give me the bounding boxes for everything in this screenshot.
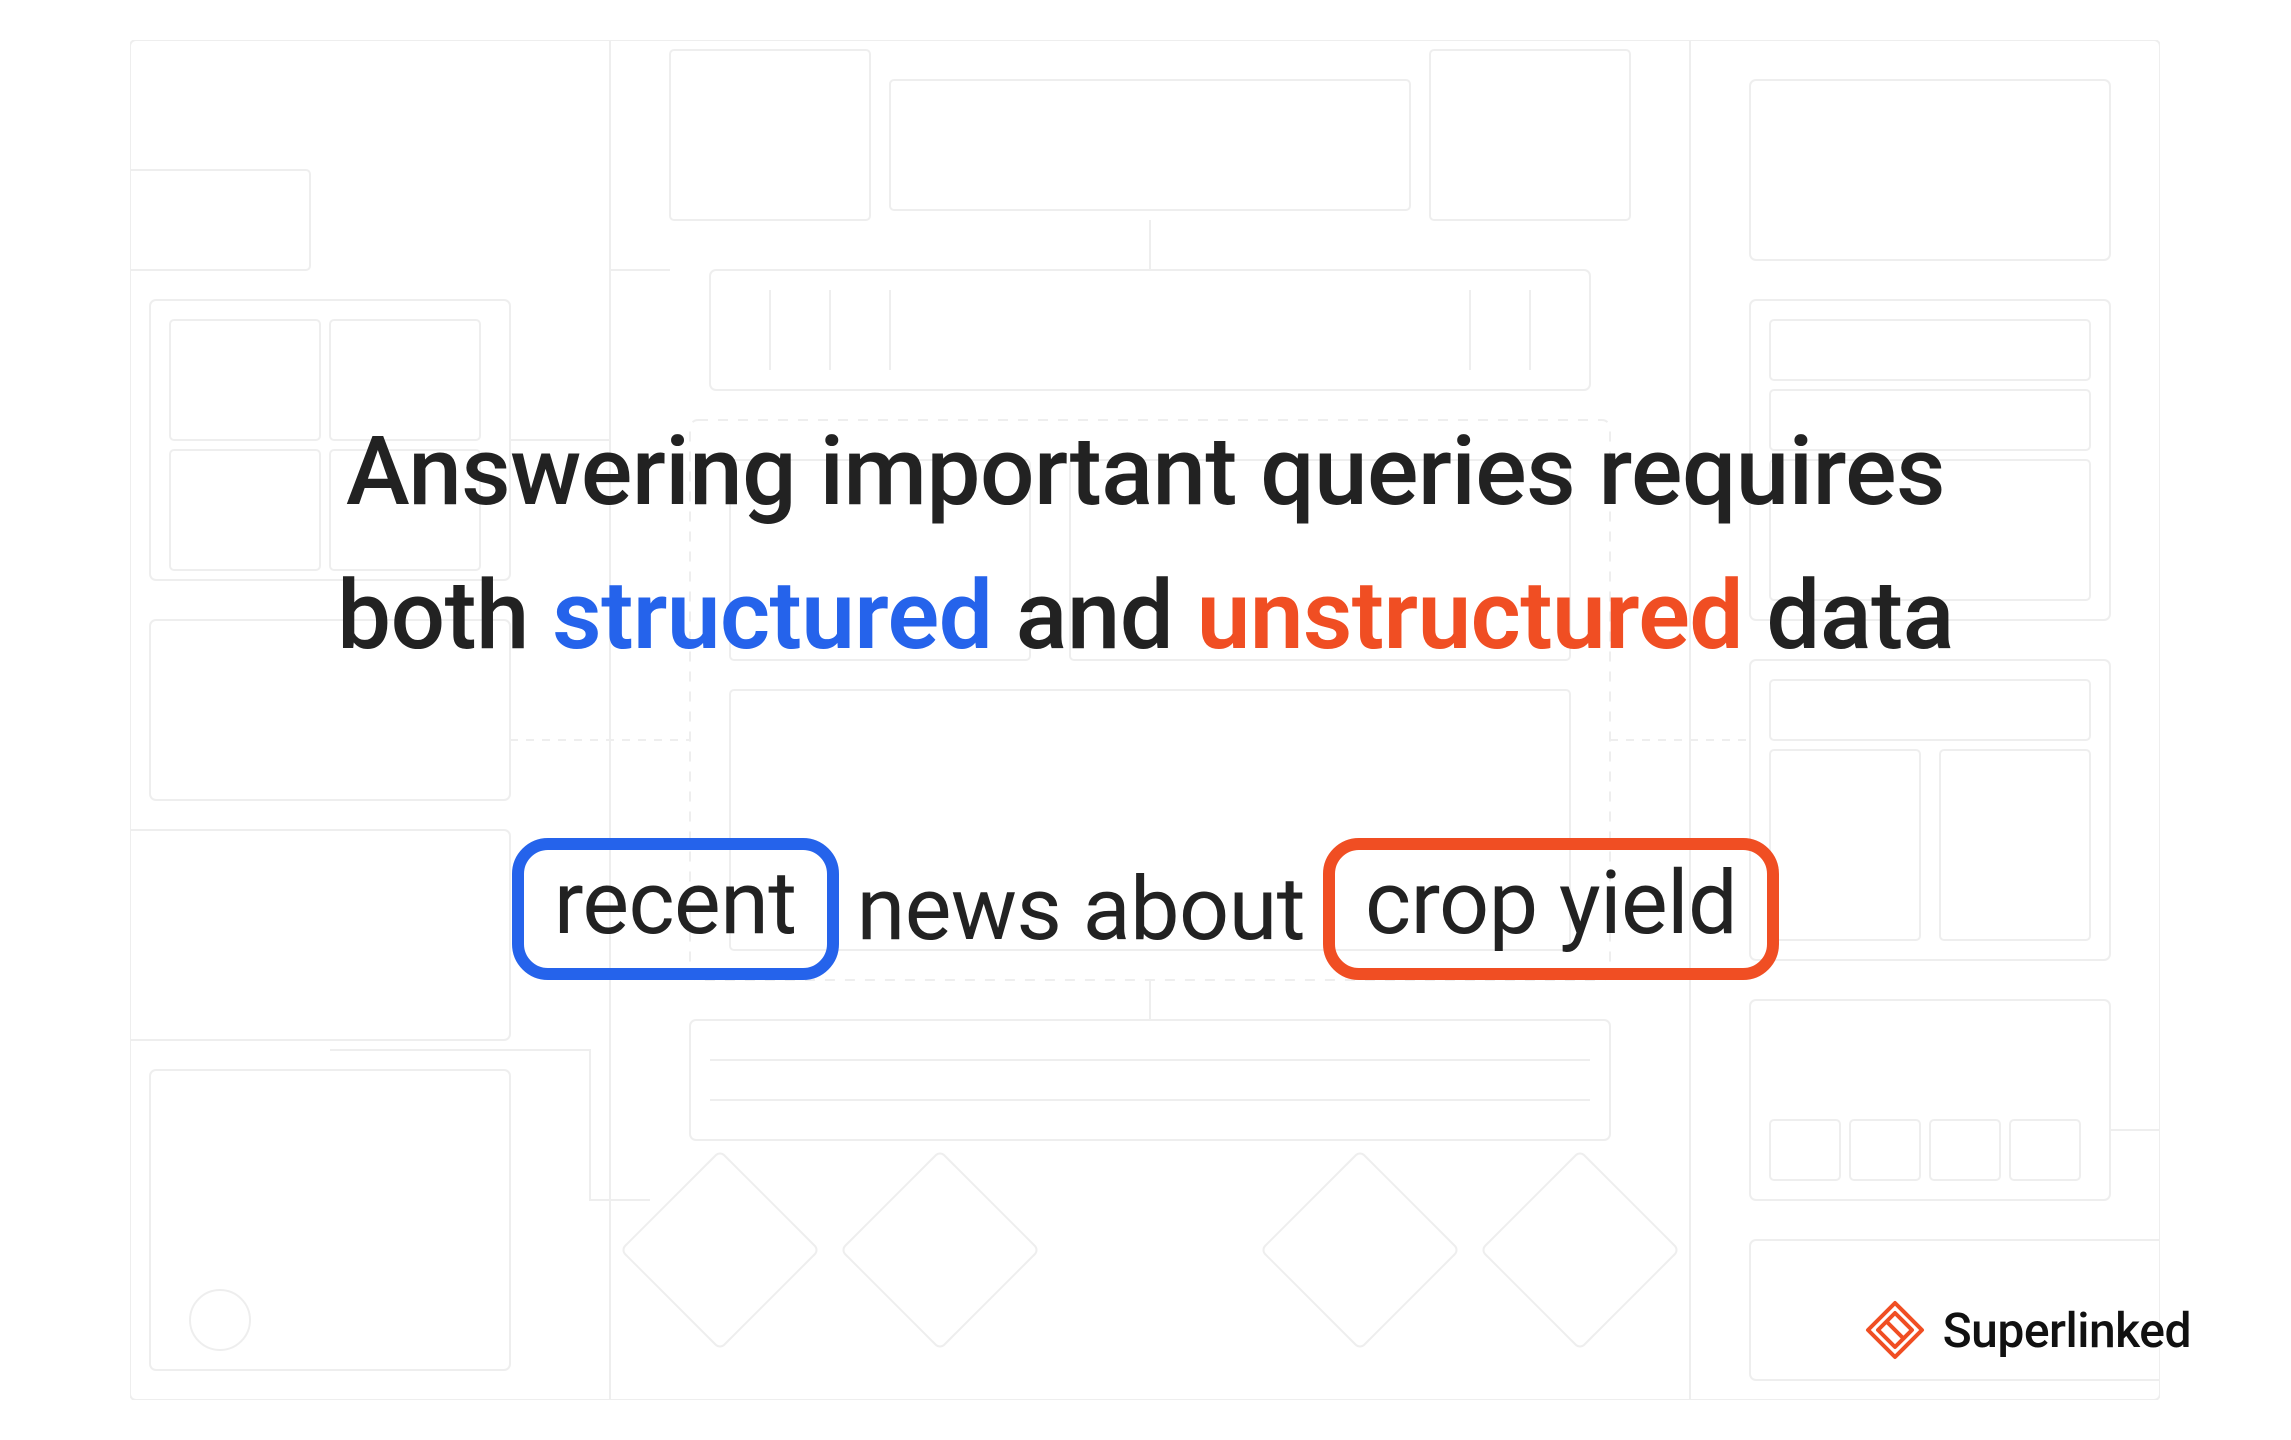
example-plain-text: news about xyxy=(839,858,1323,961)
headline-line2-suffix: data xyxy=(1743,560,1954,672)
superlinked-logo-icon xyxy=(1865,1300,1925,1360)
example-unstructured-box: crop yield xyxy=(1323,838,1779,980)
brand-name: Superlinked xyxy=(1943,1302,2191,1359)
example-query: recent news about crop yield xyxy=(512,838,1779,980)
headline-structured-word: structured xyxy=(552,560,992,672)
slide-content: Answering important queries requires bot… xyxy=(0,0,2291,1440)
slide: Answering important queries requires bot… xyxy=(0,0,2291,1440)
example-structured-box: recent xyxy=(512,838,839,980)
headline-line2-mid: and xyxy=(992,560,1197,672)
headline-line2-prefix: both xyxy=(337,560,552,672)
headline-unstructured-word: unstructured xyxy=(1197,560,1743,672)
headline-line1: Answering important queries requires xyxy=(346,416,1945,528)
headline: Answering important queries requires bot… xyxy=(337,400,1954,688)
brand: Superlinked xyxy=(1865,1300,2191,1360)
